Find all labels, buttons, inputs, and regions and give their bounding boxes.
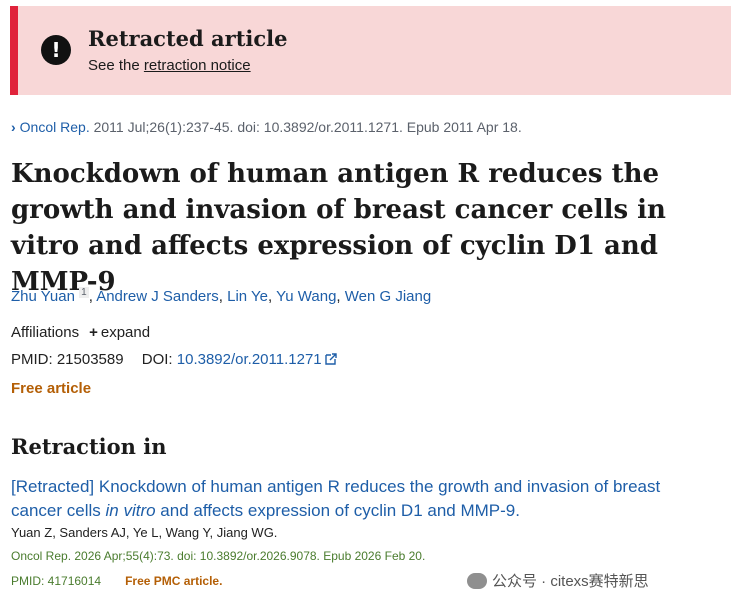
banner-subtitle: See the retraction notice [88,57,251,74]
journal-link[interactable]: Oncol Rep. [20,119,90,135]
author-list: Zhu Yuan 1, Andrew J Sanders, Lin Ye, Yu… [11,287,432,305]
author-link[interactable]: Wen G Jiang [345,288,431,305]
pmid-value: PMID: 21503589 [11,351,124,368]
watermark: 公众号 · citexs赛特新思 [467,570,649,591]
author-link[interactable]: Andrew J Sanders [96,288,219,305]
retraction-identifiers: PMID: 41716014 Free PMC article. [11,574,222,588]
wechat-icon [467,572,487,589]
retraction-title-italic[interactable]: in vitro [105,501,155,520]
retraction-authors: Yuan Z, Sanders AJ, Ye L, Wang Y, Jiang … [11,525,278,540]
retraction-banner: ! Retracted article See the retraction n… [10,6,731,95]
watermark-text: 公众号 · citexs赛特新思 [492,573,649,590]
retraction-title-part2[interactable]: and affects expression of cyclin D1 and … [156,501,520,520]
author-link[interactable]: Yu Wang [276,288,336,305]
banner-title: Retracted article [88,26,288,51]
plus-icon[interactable]: + [89,324,98,341]
banner-sub-prefix: See the [88,57,144,74]
retraction-in-heading: Retraction in [11,434,167,459]
author-link[interactable]: Lin Ye [227,288,268,305]
retraction-notice-link[interactable]: retraction notice [144,57,251,74]
retraction-notice-title[interactable]: [Retracted] Knockdown of human antigen R… [11,475,711,523]
affiliations-label: Affiliations [11,324,80,341]
article-title: Knockdown of human antigen R reduces the… [11,159,666,297]
exclamation-circle-icon: ! [41,35,71,65]
expand-button[interactable]: expand [101,324,150,341]
free-pmc-badge: Free PMC article. [125,574,223,588]
author-link[interactable]: Zhu Yuan [11,288,75,305]
retraction-pmid: PMID: 41716014 [11,574,102,588]
identifiers-row: PMID: 21503589 DOI: 10.3892/or.2011.1271 [11,351,337,368]
citation-details: 2011 Jul;26(1):237-45. doi: 10.3892/or.2… [89,119,522,135]
affiliations-row: Affiliations + expand [11,324,150,341]
journal-citation: › Oncol Rep. 2011 Jul;26(1):237-45. doi: … [11,119,522,135]
chevron-right-icon: › [11,119,16,135]
retraction-citation: Oncol Rep. 2026 Apr;55(4):73. doi: 10.38… [11,549,426,563]
external-link-icon[interactable] [324,353,337,365]
free-article-badge: Free article [11,380,92,397]
doi-link[interactable]: 10.3892/or.2011.1271 [177,351,322,368]
affiliation-marker[interactable]: 1 [79,287,89,298]
doi-label: DOI: [141,351,173,368]
